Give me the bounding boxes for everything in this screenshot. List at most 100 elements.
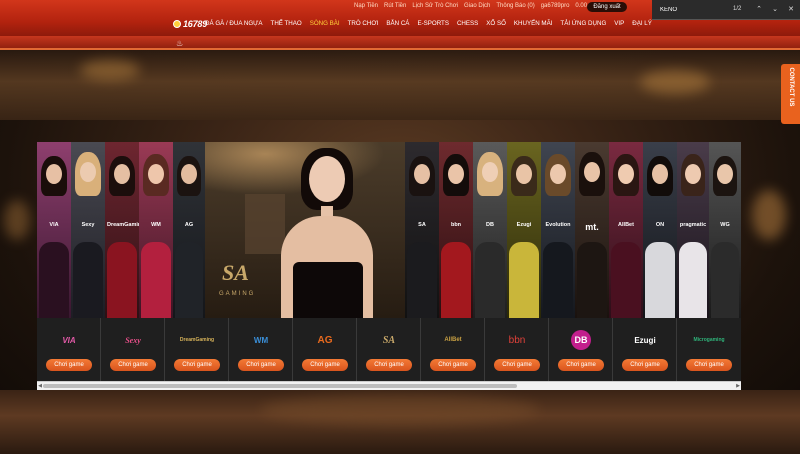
provider-logo: bbn: [508, 334, 526, 346]
provider-card: bbn Chơi game: [485, 318, 549, 381]
provider-logo: AG: [317, 334, 333, 346]
play-game-button[interactable]: Chơi game: [110, 359, 156, 371]
banner-strip: DreamGaming: [105, 142, 145, 318]
announcement-icon[interactable]: ♨: [176, 40, 184, 48]
notifications-link[interactable]: Thông Báo (0): [496, 2, 534, 11]
transactions-link[interactable]: Giao Dịch: [464, 2, 490, 11]
banner-brand: Sexy: [81, 222, 95, 228]
background-light: [752, 190, 786, 240]
nav-item-casino[interactable]: SÒNG BÀI: [310, 19, 340, 29]
provider-logo: AllBet: [444, 337, 462, 343]
background-light: [4, 200, 30, 240]
play-game-button[interactable]: Chơi game: [366, 359, 412, 371]
chevron-up-icon[interactable]: ⌃: [753, 4, 765, 16]
logout-button[interactable]: Đăng xuất: [587, 2, 627, 12]
provider-card: AG Chơi game: [293, 318, 357, 381]
provider-logo: SA: [382, 334, 396, 346]
banner-brand: SA: [418, 222, 426, 228]
scroll-right-icon[interactable]: ▶: [735, 382, 741, 390]
username[interactable]: ga6789pro: [541, 2, 570, 11]
sa-gaming-logo: SA: [222, 260, 249, 285]
close-icon[interactable]: ✕: [785, 4, 797, 16]
play-game-button[interactable]: Chơi game: [494, 359, 540, 371]
deposit-link[interactable]: Nạp Tiền: [354, 2, 378, 11]
nav-item-lottery[interactable]: XỔ SỐ: [486, 19, 506, 29]
banner-brand: bbn: [450, 222, 462, 228]
provider-card: SA Chơi game: [357, 318, 421, 381]
provider-logo: Ezugi: [634, 335, 656, 345]
contact-us-label: CONTACT US: [788, 67, 794, 107]
nav-item-download-app[interactable]: TẢI ỨNG DỤNG: [560, 19, 606, 29]
provider-logo: Microgaming: [693, 337, 725, 343]
banner-brand: pragmatic: [679, 222, 707, 228]
find-input[interactable]: [660, 4, 740, 16]
banner-brand: ON: [655, 222, 665, 228]
provider-card: Microgaming Chơi game: [677, 318, 741, 381]
banner-brand: WM: [151, 222, 161, 228]
play-game-button[interactable]: Chơi game: [238, 359, 284, 371]
banner-strip: DB: [473, 142, 507, 318]
sub-bar-strip: [0, 48, 800, 50]
background-light: [640, 70, 710, 94]
nav-item-esports[interactable]: E-SPORTS: [417, 19, 449, 29]
game-history-link[interactable]: Lịch Sử Trò Chơi: [412, 2, 458, 11]
play-game-button[interactable]: Chơi game: [558, 359, 604, 371]
contact-us-tab[interactable]: CONTACT US: [781, 64, 800, 124]
nav-item-agent[interactable]: ĐẠI LÝ: [632, 19, 652, 29]
nav-item-cockfight[interactable]: ĐÁ GÀ / ĐUA NGỰA: [205, 19, 263, 29]
provider-card: Ezugi Chơi game: [613, 318, 677, 381]
play-game-button[interactable]: Chơi game: [174, 359, 220, 371]
provider-logo: DB: [555, 330, 607, 350]
banner-strip: WG: [709, 142, 741, 318]
banner-strip: Sexy: [71, 142, 105, 318]
play-game-button[interactable]: Chơi game: [430, 359, 476, 371]
banner-brand: VIA: [49, 222, 59, 228]
provider-logo: DreamGaming: [179, 337, 215, 343]
banner-brand: mt.: [585, 222, 599, 232]
banner-brand: DreamGaming: [107, 222, 145, 228]
play-game-button[interactable]: Chơi game: [686, 359, 732, 371]
play-game-button[interactable]: Chơi game: [46, 359, 92, 371]
find-bar: 1/2 ⌃ ⌄ ✕: [652, 0, 800, 20]
sa-gaming-sub: GAMING: [219, 291, 256, 297]
scrollbar-thumb[interactable]: [43, 384, 517, 388]
provider-logo-text: DB: [571, 330, 591, 350]
nav-item-vip[interactable]: VIP: [614, 19, 624, 29]
banner-strip: AllBet: [609, 142, 643, 318]
banner-brand: WG: [720, 222, 730, 228]
main-nav: ĐÁ GÀ / ĐUA NGỰA THỂ THAO SÒNG BÀI TRÒ C…: [205, 19, 652, 29]
horizontal-scrollbar[interactable]: ◀ ▶: [37, 381, 741, 390]
banner-strip: bbn: [439, 142, 473, 318]
banner-strip: SA: [405, 142, 439, 318]
banner-strip: Evolution: [541, 142, 575, 318]
nav-item-games[interactable]: TRÒ CHƠI: [348, 19, 379, 29]
casino-panel: VIA Sexy DreamGaming WM AG SA GAMING SA …: [37, 142, 741, 390]
banner-strip: WM: [139, 142, 173, 318]
background-light: [80, 60, 140, 80]
chevron-down-icon[interactable]: ⌄: [769, 4, 781, 16]
background-light: [260, 395, 540, 425]
play-game-button[interactable]: Chơi game: [622, 359, 668, 371]
banner-strip: mt.: [575, 142, 609, 318]
find-match-count: 1/2: [733, 6, 742, 12]
account-links: Nạp Tiền Rút Tiền Lịch Sử Trò Chơi Giao …: [354, 2, 587, 11]
nav-item-fishing[interactable]: BẮN CÁ: [386, 19, 409, 29]
provider-logo: VIA: [62, 335, 76, 345]
balance: 0.00: [575, 3, 588, 9]
nav-item-promotions[interactable]: KHUYẾN MÃI: [514, 19, 553, 29]
provider-card: DB Chơi game: [549, 318, 613, 381]
provider-card: WM Chơi game: [229, 318, 293, 381]
banner-brand: DB: [486, 222, 494, 228]
casino-banner[interactable]: VIA Sexy DreamGaming WM AG SA GAMING SA …: [37, 142, 741, 318]
banner-strip: VIA: [37, 142, 71, 318]
logo-icon: [173, 20, 181, 28]
withdraw-link[interactable]: Rút Tiền: [384, 2, 406, 11]
banner-strip: pragmatic: [677, 142, 709, 318]
nav-item-sports[interactable]: THỂ THAO: [271, 19, 302, 29]
banner-brand: AllBet: [618, 222, 634, 228]
provider-card: AllBet Chơi game: [421, 318, 485, 381]
nav-item-chess[interactable]: CHESS: [457, 19, 478, 29]
play-game-button[interactable]: Chơi game: [302, 359, 348, 371]
logo[interactable]: 16789: [173, 19, 207, 29]
provider-logo: WM: [253, 335, 269, 345]
